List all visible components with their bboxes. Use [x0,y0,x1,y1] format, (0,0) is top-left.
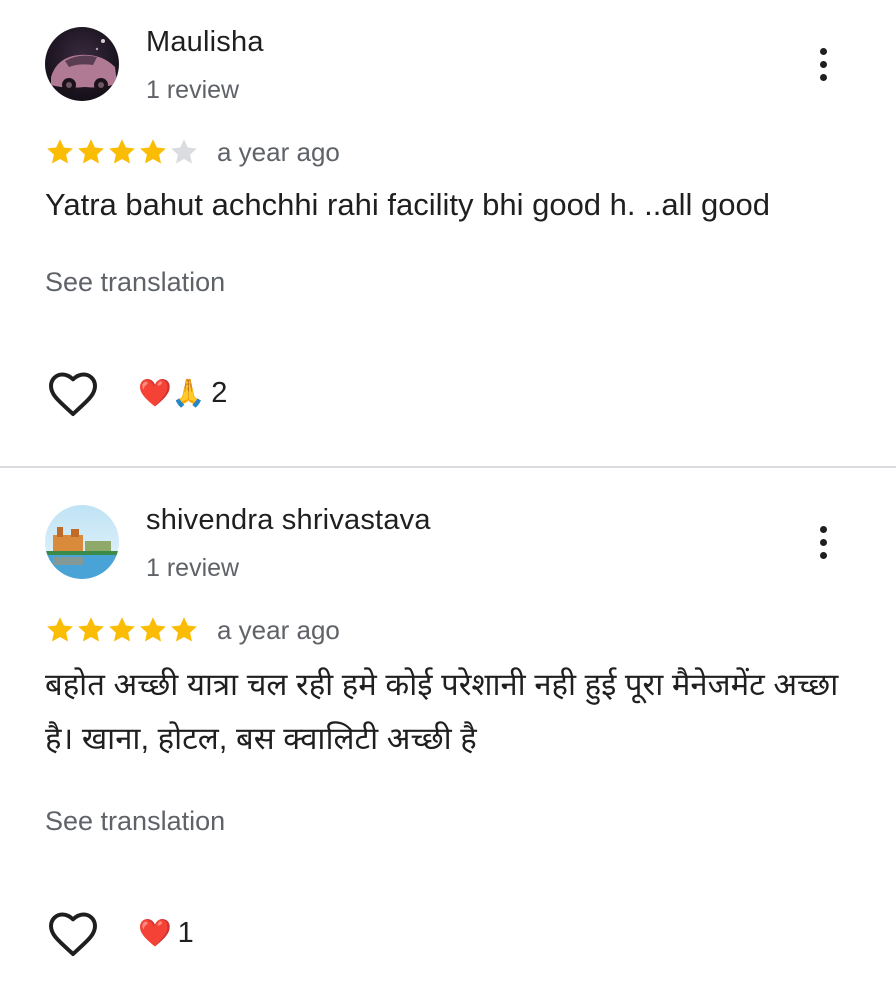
more-vert-icon[interactable] [805,520,841,564]
review-card: shivendra shrivastava 1 review a year ag… [0,468,896,992]
reaction-summary[interactable]: ❤️ 1 [138,913,194,953]
avatar[interactable] [45,505,119,579]
star-icon [109,139,135,164]
reaction-emojis: ❤️ [138,917,172,949]
more-vert-icon[interactable] [805,42,841,86]
review-text: Yatra bahut achchhi rahi facility bhi go… [45,187,770,222]
star-icon [140,617,166,642]
reaction-summary[interactable]: ❤️🙏 2 [138,373,227,413]
reaction-emojis: ❤️🙏 [138,377,206,409]
reviewer-name[interactable]: Maulisha [146,26,264,59]
rating-row: a year ago [45,613,340,647]
heart-outline-icon[interactable] [47,910,99,958]
star-icon [78,139,104,164]
see-translation-link[interactable]: See translation [45,806,225,837]
review-card: Maulisha 1 review a year ago Yatra bahut… [0,0,896,466]
star-icon [47,139,73,164]
reaction-count: 1 [177,916,194,949]
star-icon [171,139,197,164]
star-icon [47,617,73,642]
see-translation-link[interactable]: See translation [45,267,225,298]
review-text: बहोत अच्छी यात्रा चल रही हमे कोई परेशानी… [45,667,839,756]
rating-row: a year ago [45,135,340,169]
star-icon [140,139,166,164]
reviewer-review-count: 1 review [146,554,240,582]
star-icon [171,617,197,642]
reaction-count: 2 [211,376,228,409]
star-rating [45,137,199,167]
star-rating [45,615,199,645]
reviewer-name[interactable]: shivendra shrivastava [146,504,431,537]
review-date: a year ago [217,614,340,645]
star-icon [78,617,104,642]
star-icon [109,617,135,642]
heart-outline-icon[interactable] [47,370,99,418]
reviewer-review-count: 1 review [146,76,240,104]
avatar[interactable] [45,27,119,101]
review-date: a year ago [217,136,340,167]
